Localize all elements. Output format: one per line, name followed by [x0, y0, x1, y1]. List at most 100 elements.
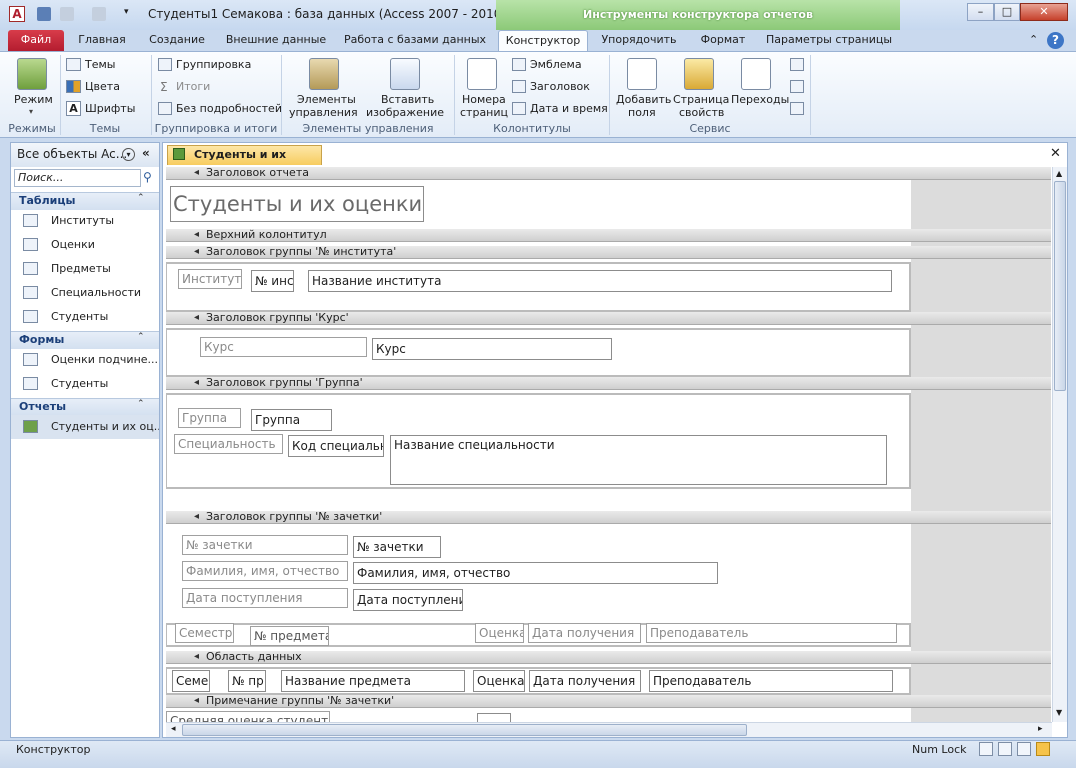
scroll-right-icon[interactable]: ▸	[1038, 724, 1043, 734]
collapse-ribbon-icon[interactable]: ⌃	[1029, 33, 1038, 46]
hide-details-button[interactable]: Без подробностей	[176, 102, 282, 115]
section-bar-record-book-header[interactable]: Заголовок группы '№ зачетки'	[166, 511, 1051, 524]
tab-order-button[interactable]: Переходы	[731, 93, 789, 106]
specialty-name-field[interactable]: Название специальности	[390, 435, 887, 485]
page-numbers-icon[interactable]	[467, 58, 497, 90]
average-grade-field[interactable]	[477, 713, 511, 722]
tab-page-setup[interactable]: Параметры страницы	[762, 30, 896, 52]
qat-dropdown-icon[interactable]: ▾	[124, 7, 129, 17]
fio-field[interactable]: Фамилия, имя, отчество	[353, 562, 718, 584]
themes-button[interactable]: Темы	[85, 58, 115, 71]
chevron-up-icon[interactable]: ⌃	[137, 399, 145, 409]
access-icon[interactable]: A	[9, 6, 25, 22]
scroll-left-icon[interactable]: ◂	[171, 724, 176, 734]
tab-arrange[interactable]: Упорядочить	[594, 30, 684, 52]
institute-label[interactable]: Институт	[178, 269, 242, 289]
tab-database-tools[interactable]: Работа с базами данных	[340, 30, 490, 52]
insert-image-button-line2[interactable]: изображение	[366, 106, 444, 119]
scroll-down-icon[interactable]: ▼	[1056, 708, 1062, 717]
title-button[interactable]: Заголовок	[530, 80, 590, 93]
section-bar-institute-header[interactable]: Заголовок группы '№ института'	[166, 246, 1051, 259]
institute-name-field[interactable]: Название института	[308, 270, 892, 292]
grade-column-label[interactable]: Оценка	[475, 623, 524, 643]
horizontal-scroll-thumb[interactable]	[182, 724, 747, 736]
add-fields-icon[interactable]	[627, 58, 657, 90]
page-numbers-button-line1[interactable]: Номера	[462, 93, 506, 106]
undo-icon[interactable]	[60, 7, 74, 21]
search-input[interactable]: Поиск...	[14, 169, 141, 187]
controls-button-line1[interactable]: Элементы	[297, 93, 356, 106]
section-bar-record-book-footer[interactable]: Примечание группы '№ зачетки'	[166, 695, 1051, 708]
insert-image-button-line1[interactable]: Вставить	[381, 93, 434, 106]
nav-item-report[interactable]: Студенты и их оц...	[11, 415, 159, 439]
specialty-label[interactable]: Специальность	[174, 434, 283, 454]
tab-format[interactable]: Формат	[692, 30, 754, 52]
chevron-up-icon[interactable]: ⌃	[137, 193, 145, 203]
date-time-button[interactable]: Дата и время	[530, 102, 608, 115]
logo-button[interactable]: Эмблема	[530, 58, 582, 71]
semester-column-label[interactable]: Семестр	[175, 623, 234, 643]
semester-field[interactable]: Семе	[172, 670, 210, 692]
close-button[interactable]: ✕	[1020, 3, 1068, 21]
close-document-icon[interactable]: ✕	[1050, 146, 1061, 161]
view-mode-dropdown-icon[interactable]: ▾	[29, 107, 33, 116]
redo-icon[interactable]	[92, 7, 106, 21]
add-fields-button-line2[interactable]: поля	[628, 106, 656, 119]
tab-external-data[interactable]: Внешние данные	[220, 30, 332, 52]
vertical-scroll-thumb[interactable]	[1054, 181, 1066, 391]
view-mode-icon[interactable]	[17, 58, 47, 90]
report-view-icon[interactable]	[979, 742, 993, 756]
horizontal-scrollbar[interactable]: ◂ ▸	[166, 722, 1052, 737]
group-field[interactable]: Группа	[251, 409, 332, 431]
layout-view-icon[interactable]	[1017, 742, 1031, 756]
nav-item-form[interactable]: Оценки подчине...	[11, 348, 159, 372]
subject-no-field[interactable]: № пр	[228, 670, 266, 692]
institute-no-field[interactable]: № инс	[251, 270, 294, 292]
property-sheet-button-line2[interactable]: свойств	[679, 106, 724, 119]
vertical-scrollbar[interactable]: ▲ ▼	[1052, 167, 1067, 722]
nav-item-table[interactable]: Специальности	[11, 281, 159, 305]
chevron-up-icon[interactable]: ⌃	[137, 332, 145, 342]
maximize-button[interactable]: □	[994, 3, 1020, 21]
group-label[interactable]: Группа	[178, 408, 241, 428]
report-title-label[interactable]: Студенты и их оценки	[170, 186, 424, 222]
colors-button[interactable]: Цвета	[85, 80, 120, 93]
collapse-nav-icon[interactable]: «	[142, 146, 150, 160]
section-bar-report-header[interactable]: Заголовок отчета	[166, 167, 1051, 180]
grade-date-column-label[interactable]: Дата получения	[528, 623, 641, 643]
search-icon[interactable]: ⚲	[143, 170, 152, 184]
save-icon[interactable]	[37, 7, 51, 21]
tab-file[interactable]: Файл	[8, 30, 64, 52]
design-view-icon[interactable]	[1036, 742, 1050, 756]
specialty-code-field[interactable]: Код специальн	[288, 435, 384, 457]
course-field[interactable]: Курс	[372, 338, 612, 360]
nav-menu-dropdown-icon[interactable]: ▾	[122, 148, 135, 161]
view-mode-button[interactable]: Режим	[14, 93, 53, 106]
tab-home[interactable]: Главная	[70, 30, 134, 52]
nav-item-form[interactable]: Студенты	[11, 372, 159, 396]
fio-label[interactable]: Фамилия, имя, отчество	[182, 561, 348, 581]
document-tab[interactable]: Студенты и их оценки	[167, 145, 322, 179]
minimize-button[interactable]: –	[967, 3, 994, 21]
page-numbers-button-line2[interactable]: страниц	[460, 106, 508, 119]
add-fields-button-line1[interactable]: Добавить	[616, 93, 671, 106]
section-bar-course-header[interactable]: Заголовок группы 'Курс'	[166, 312, 1051, 325]
print-preview-icon[interactable]	[998, 742, 1012, 756]
property-sheet-button-line1[interactable]: Страница	[673, 93, 729, 106]
average-grade-label[interactable]: Средняя оценка студента	[166, 711, 330, 722]
grade-field[interactable]: Оценка	[473, 670, 525, 692]
course-label[interactable]: Курс	[200, 337, 367, 357]
grouping-button[interactable]: Группировка	[176, 58, 251, 71]
help-icon[interactable]: ?	[1047, 32, 1064, 49]
tab-order-icon[interactable]	[741, 58, 771, 90]
property-sheet-icon[interactable]	[684, 58, 714, 90]
scroll-up-icon[interactable]: ▲	[1056, 169, 1062, 178]
nav-item-table[interactable]: Предметы	[11, 257, 159, 281]
nav-item-table[interactable]: Оценки	[11, 233, 159, 257]
teacher-column-label[interactable]: Преподаватель	[646, 623, 897, 643]
controls-button-line2[interactable]: управления	[289, 106, 358, 119]
fonts-button[interactable]: Шрифты	[85, 102, 135, 115]
record-book-label[interactable]: № зачетки	[182, 535, 348, 555]
section-bar-group-header[interactable]: Заголовок группы 'Группа'	[166, 377, 1051, 390]
grade-date-field[interactable]: Дата получения	[529, 670, 641, 692]
